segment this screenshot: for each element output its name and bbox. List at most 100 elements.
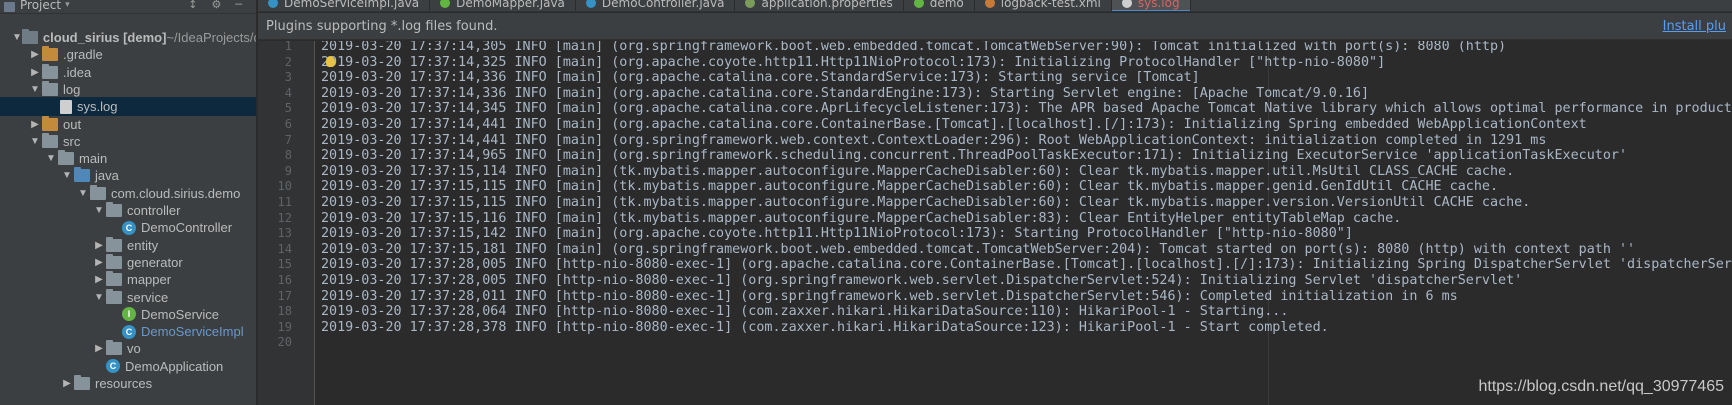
editor-tab[interactable]: sys.log	[1111, 0, 1191, 11]
install-plugins-link[interactable]: Install plu	[1663, 19, 1726, 34]
expanded-arrow-icon[interactable]: ▼	[92, 292, 106, 303]
tree-item[interactable]: ▶ .gradle	[0, 45, 256, 64]
expanded-arrow-icon[interactable]: ▼	[12, 32, 22, 43]
expanded-arrow-icon[interactable]: ▼	[44, 153, 58, 164]
tree-item[interactable]: ▶ out	[0, 115, 256, 134]
package-icon	[106, 271, 122, 287]
interface-icon: I	[122, 307, 136, 322]
project-icon	[4, 1, 15, 12]
editor-tab[interactable]: DemoController.java	[576, 0, 736, 11]
tree-item-label: src	[63, 133, 81, 149]
tree-item[interactable]: C DemoController	[0, 218, 256, 237]
tree-item-label: java	[95, 168, 119, 184]
collapse-all-icon[interactable]: ↕	[188, 0, 197, 11]
tree-item-label: DemoService	[141, 306, 220, 322]
class-icon	[268, 0, 278, 8]
line-number-gutter: 1 2 3 4 5 6 7 8 9 10 11 12 13 14 15 16 17 18 19 20	[258, 41, 315, 405]
tab-label: application.properties	[761, 0, 893, 10]
log-line: 2019-03-20 17:37:14,441 INFO [main] (org…	[321, 117, 1587, 132]
log-line: 2019-03-20 17:37:14,325 INFO [main] (org…	[321, 54, 1386, 70]
line-number: 12	[277, 210, 292, 225]
line-number: 14	[277, 241, 292, 256]
interface-icon	[440, 0, 451, 8]
tree-item[interactable]: ▼ service	[0, 288, 256, 307]
intention-bulb-icon[interactable]	[326, 55, 335, 67]
tab-label: DemoServiceImpl.java	[284, 0, 420, 10]
tree-item[interactable]: ▼ src	[0, 132, 256, 151]
log-file-icon	[1121, 0, 1132, 8]
line-number: 7	[284, 132, 292, 147]
collapsed-arrow-icon[interactable]: ▶	[28, 49, 42, 60]
tree-item[interactable]: ▼ log	[0, 80, 256, 99]
folder-icon	[74, 375, 90, 390]
tree-item-label: log	[63, 81, 81, 97]
package-icon	[90, 184, 106, 200]
line-number: 18	[277, 304, 292, 319]
tree-item[interactable]: C DemoServiceImpl	[0, 322, 256, 341]
tree-item[interactable]: ▶ mapper	[0, 270, 256, 289]
editor-tab[interactable]: logback-test.xml	[975, 0, 1112, 11]
tree-item-label: mapper	[127, 272, 172, 288]
editor-tab[interactable]: DemoMapper.java	[430, 0, 576, 11]
collapsed-arrow-icon[interactable]: ▶	[92, 257, 106, 268]
tree-item[interactable]: ▼ com.cloud.sirius.demo	[0, 184, 256, 203]
tree-item-label: sys.log	[77, 99, 118, 115]
editor-tab[interactable]: application.properties	[735, 0, 904, 11]
expanded-arrow-icon[interactable]: ▼	[92, 205, 106, 216]
collapsed-arrow-icon[interactable]: ▶	[60, 378, 74, 389]
spring-boot-class-icon: C	[106, 359, 120, 374]
collapsed-arrow-icon[interactable]: ▶	[92, 240, 106, 251]
expanded-arrow-icon[interactable]: ▼	[28, 136, 42, 147]
collapsed-arrow-icon[interactable]: ▶	[28, 67, 42, 78]
tree-item[interactable]: ▼ main	[0, 149, 256, 168]
tree-item[interactable]: C DemoApplication	[0, 357, 256, 376]
tree-item[interactable]: I DemoService	[0, 305, 256, 324]
log-line: 2019-03-20 17:37:28,378 INFO [http-nio-8…	[321, 319, 1329, 335]
tree-item[interactable]: ▶ resources	[0, 374, 256, 393]
tab-label: DemoController.java	[601, 0, 725, 10]
gear-icon[interactable]: ⚙	[212, 0, 222, 11]
tree-item-label: resources	[95, 376, 153, 391]
tree-item[interactable]: ▼ java	[0, 166, 256, 185]
expanded-arrow-icon[interactable]: ▼	[76, 188, 90, 199]
folder-dark-icon	[21, 29, 38, 44]
collapsed-arrow-icon[interactable]: ▶	[92, 343, 106, 354]
tree-item[interactable]: ▶ vo	[0, 339, 256, 358]
line-number: 8	[284, 148, 292, 163]
tree-item[interactable]: ▶ generator	[0, 253, 256, 272]
log-line: 2019-03-20 17:37:14,336 INFO [main] (org…	[321, 85, 1370, 101]
log-line: 2019-03-20 17:37:15,114 INFO [main] (tk.…	[321, 163, 1515, 179]
tree-item-label: vo	[127, 341, 141, 357]
properties-icon	[745, 0, 756, 8]
editor-tab[interactable]: demo	[904, 0, 975, 11]
collapsed-arrow-icon[interactable]: ▶	[28, 119, 42, 130]
tree-item[interactable]: ▶ .idea	[0, 63, 256, 82]
expanded-arrow-icon[interactable]: ▼	[60, 170, 74, 181]
hide-icon[interactable]: ─	[235, 0, 242, 11]
line-number: 10	[277, 179, 292, 194]
tree-item[interactable]: ▼ controller	[0, 201, 256, 220]
tree-item[interactable]: ▼ cloud_sirius [demo] ~/IdeaProjects/clo	[0, 28, 256, 47]
line-number: 11	[277, 195, 292, 209]
folder-icon	[58, 150, 74, 166]
project-view-selector[interactable]: Project	[20, 0, 61, 12]
tree-item[interactable]: ▶ entity	[0, 236, 256, 255]
log-line: 2019-03-20 17:37:28,064 INFO [http-nio-8…	[321, 304, 1289, 320]
editor-tab-bar: DemoServiceImpl.java DemoMapper.java DemoC…	[258, 0, 1732, 12]
chevron-down-icon[interactable]: ▾	[65, 0, 70, 10]
editor-pane[interactable]: 1 2 3 4 5 6 7 8 9 10 11 12 13 14 15 16 17 18 19 20 2019-03-…	[258, 41, 1732, 405]
package-icon	[106, 340, 122, 356]
line-number: 19	[277, 319, 292, 334]
collapsed-arrow-icon[interactable]: ▶	[92, 274, 106, 285]
tab-label: sys.log	[1137, 0, 1180, 10]
tree-item-label: generator	[127, 254, 183, 270]
project-tool-window: Project ▾ ↕ ⚙ ─ ▼ cloud_sirius [demo] ~/I…	[0, 0, 257, 405]
line-number: 5	[284, 101, 292, 116]
editor-tab[interactable]: DemoServiceImpl.java	[258, 0, 431, 11]
expanded-arrow-icon[interactable]: ▼	[28, 84, 42, 95]
tree-item[interactable]: sys.log	[0, 97, 256, 117]
tree-item-label: .gradle	[63, 47, 103, 63]
package-icon	[106, 288, 122, 304]
line-number: 13	[277, 226, 292, 241]
log-text[interactable]: 2019-03-20 17:37:14,305 INFO [main] (org…	[321, 41, 1732, 405]
